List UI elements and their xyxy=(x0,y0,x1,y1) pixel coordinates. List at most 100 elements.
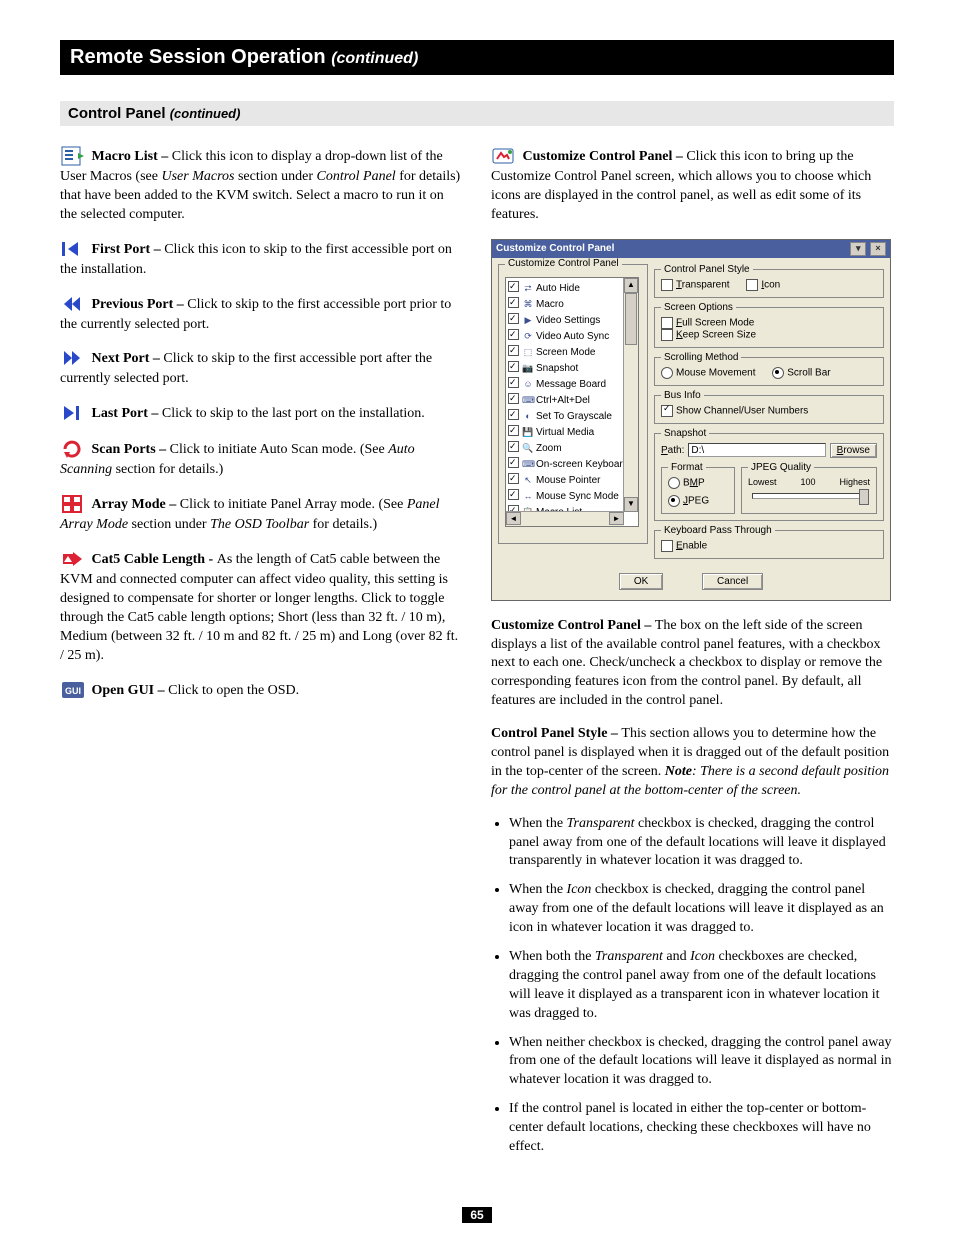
section-title-cont: (continued) xyxy=(170,106,241,121)
path-input[interactable]: D:\ xyxy=(688,443,825,457)
entry-first-port: First Port – Click this icon to skip to … xyxy=(60,239,463,280)
para-panel-style: Control Panel Style – This section allow… xyxy=(491,725,894,801)
screen-options-group: Screen Options Full Screen Mode Keep Scr… xyxy=(654,302,884,348)
jpeg-quality-slider[interactable] xyxy=(752,493,866,499)
entry-last-port: Last Port – Click to skip to the last po… xyxy=(60,403,463,425)
customize-icon xyxy=(491,145,517,167)
open-gui-icon: GUI xyxy=(60,679,86,701)
label: Next Port – xyxy=(92,352,164,367)
close-icon[interactable]: × xyxy=(870,242,886,256)
format-group: Format BMP JPEG xyxy=(661,462,735,514)
page-title: Remote Session Operation xyxy=(70,46,326,68)
feature-item[interactable]: ◐Set To Grayscale xyxy=(508,408,636,424)
page-title-bar: Remote Session Operation (continued) xyxy=(60,40,894,75)
list-hscroll[interactable]: ◄ ► xyxy=(506,511,624,526)
bullet-1: When the Transparent checkbox is checked… xyxy=(509,815,894,872)
macro-list-icon xyxy=(60,145,86,167)
section-title-bar: Control Panel (continued) xyxy=(60,101,894,126)
browse-button[interactable]: Browse xyxy=(830,443,877,458)
para-customize-panel: Customize Control Panel – The box on the… xyxy=(491,617,894,711)
scroll-up-icon[interactable]: ▲ xyxy=(624,278,638,293)
ok-button[interactable]: OK xyxy=(619,573,663,590)
bullet-3: When both the Transparent and Icon check… xyxy=(509,948,894,1024)
last-port-icon xyxy=(60,402,86,424)
bus-info-group: Bus Info Show Channel/User Numbers xyxy=(654,390,884,424)
style-bullets: When the Transparent checkbox is checked… xyxy=(491,815,894,1157)
entry-macro-list: Macro List – Click this icon to display … xyxy=(60,146,463,225)
feature-item[interactable]: ⟳Video Auto Sync xyxy=(508,328,636,344)
label: Scan Ports – xyxy=(92,443,170,458)
dialog-right-pane: Control Panel Style Transparent Icon Scr… xyxy=(654,264,884,559)
cancel-button[interactable]: Cancel xyxy=(702,573,763,590)
label: Customize Control Panel – xyxy=(523,149,687,164)
entry-next-port: Next Port – Click to skip to the first a… xyxy=(60,348,463,389)
svg-text:GUI: GUI xyxy=(65,686,81,696)
feature-item[interactable]: ▶Video Settings xyxy=(508,312,636,328)
scroll-down-icon[interactable]: ▼ xyxy=(624,497,638,512)
feature-item[interactable]: ⌨Ctrl+Alt+Del xyxy=(508,392,636,408)
label: Open GUI – xyxy=(92,683,169,698)
page: Remote Session Operation (continued) Con… xyxy=(0,0,954,1254)
scroll-right-icon[interactable]: ► xyxy=(609,512,624,525)
dialog-body: Customize Control Panel ⮂Auto Hide⌘Macro… xyxy=(492,258,890,565)
entry-open-gui: GUI Open GUI – Click to open the OSD. xyxy=(60,680,463,702)
fullscreen-checkbox[interactable]: Full Screen Mode xyxy=(661,317,754,329)
cat5-icon xyxy=(60,548,86,570)
label: First Port – xyxy=(92,242,165,257)
style-group: Control Panel Style Transparent Icon xyxy=(654,264,884,298)
dialog-footer: OK Cancel xyxy=(492,565,890,600)
dialog-title: Customize Control Panel xyxy=(496,243,614,254)
transparent-checkbox[interactable]: Transparent xyxy=(661,279,730,291)
feature-item[interactable]: ⮂Auto Hide xyxy=(508,280,636,296)
previous-port-icon xyxy=(60,293,86,315)
array-mode-icon xyxy=(60,493,86,515)
entry-scan-ports: Scan Ports – Click to initiate Auto Scan… xyxy=(60,439,463,480)
feature-item[interactable]: ↔Mouse Sync Mode xyxy=(508,488,636,504)
first-port-icon xyxy=(60,238,86,260)
entry-cat5: Cat5 Cable Length - As the length of Cat… xyxy=(60,549,463,665)
show-channel-checkbox[interactable]: Show Channel/User Numbers xyxy=(661,405,808,417)
snapshot-group: Snapshot Path: D:\ Browse Format BMP xyxy=(654,428,884,521)
entry-customize-top: Customize Control Panel – Click this ico… xyxy=(491,146,894,225)
label: Last Port – xyxy=(92,407,162,422)
enable-checkbox[interactable]: Enable xyxy=(661,540,707,552)
feature-item[interactable]: ⬚Screen Mode xyxy=(508,344,636,360)
keyboard-passthrough-group: Keyboard Pass Through Enable xyxy=(654,525,884,559)
feature-item[interactable]: 💾Virtual Media xyxy=(508,424,636,440)
customize-dialog: Customize Control Panel ▾ × Customize Co… xyxy=(491,239,891,601)
window-buttons: ▾ × xyxy=(849,242,886,256)
scroll-bar-radio[interactable]: Scroll Bar xyxy=(772,367,830,379)
feature-item[interactable]: ⌘Macro xyxy=(508,296,636,312)
feature-item[interactable]: 🔍Zoom xyxy=(508,440,636,456)
keepsize-checkbox[interactable]: Keep Screen Size xyxy=(661,329,756,341)
path-label: Path: xyxy=(661,445,684,456)
bullet-4: When neither checkbox is checked, draggi… xyxy=(509,1034,894,1091)
feature-listbox[interactable]: ⮂Auto Hide⌘Macro▶Video Settings⟳Video Au… xyxy=(505,277,639,527)
bmp-radio[interactable]: BMP xyxy=(668,477,728,489)
label: Previous Port – xyxy=(92,297,188,312)
jpeg-radio[interactable]: JPEG xyxy=(668,495,728,507)
feature-item[interactable]: 📷Snapshot xyxy=(508,360,636,376)
scrolling-method-group: Scrolling Method Mouse Movement Scroll B… xyxy=(654,352,884,386)
entry-array-mode: Array Mode – Click to initiate Panel Arr… xyxy=(60,494,463,535)
icon-checkbox[interactable]: Icon xyxy=(746,279,780,291)
page-title-cont: (continued) xyxy=(331,50,418,67)
two-column-layout: Macro List – Click this icon to display … xyxy=(60,146,894,1167)
left-column: Macro List – Click this icon to display … xyxy=(60,146,463,716)
list-vscroll[interactable]: ▲ ▼ xyxy=(623,278,638,512)
mouse-movement-radio[interactable]: Mouse Movement xyxy=(661,367,755,379)
feature-item[interactable]: ☺Message Board xyxy=(508,376,636,392)
feature-item[interactable]: ⌨On-screen Keyboard xyxy=(508,456,636,472)
section-title: Control Panel xyxy=(68,105,166,122)
feature-item[interactable]: ↖Mouse Pointer xyxy=(508,472,636,488)
pin-icon[interactable]: ▾ xyxy=(850,242,866,256)
label: Cat5 Cable Length - xyxy=(92,552,217,567)
label: Array Mode – xyxy=(92,497,180,512)
entry-previous-port: Previous Port – Click to skip to the fir… xyxy=(60,294,463,335)
label: Macro List – xyxy=(92,149,172,164)
feature-list-group: Customize Control Panel ⮂Auto Hide⌘Macro… xyxy=(498,264,648,544)
scroll-left-icon[interactable]: ◄ xyxy=(506,512,521,525)
bullet-2: When the Icon checkbox is checked, dragg… xyxy=(509,881,894,938)
bullet-5: If the control panel is located in eithe… xyxy=(509,1100,894,1157)
next-port-icon xyxy=(60,347,86,369)
